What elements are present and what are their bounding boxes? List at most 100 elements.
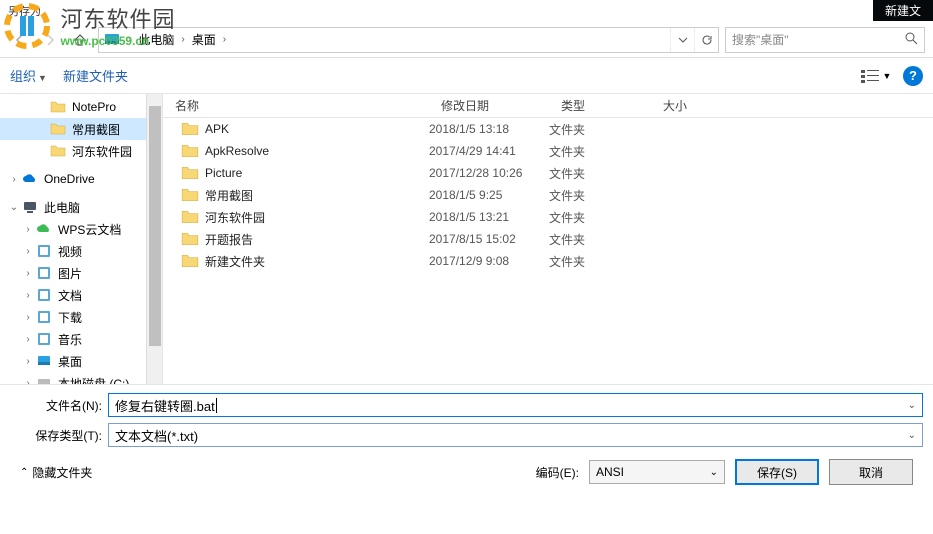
sidebar-item[interactable]: › 桌面 — [0, 350, 162, 372]
file-date: 2017/12/9 9:08 — [429, 254, 549, 268]
chevron-down-icon[interactable]: ⌄ — [908, 400, 916, 411]
file-name: 河东软件园 — [205, 209, 429, 226]
file-type: 文件夹 — [549, 165, 651, 182]
filename-label: 文件名(N): — [10, 397, 108, 414]
sidebar-item[interactable]: 常用截图 — [0, 118, 162, 140]
sidebar-item[interactable]: › OneDrive — [0, 168, 162, 190]
breadcrumb-current[interactable]: 桌面 — [188, 31, 220, 48]
nav-back-button[interactable] — [8, 28, 32, 52]
sidebar-scrollbar[interactable] — [146, 94, 162, 384]
file-type: 文件夹 — [549, 253, 651, 270]
breadcrumb-dropdown-button[interactable] — [670, 28, 694, 52]
sidebar-item-label: 文档 — [58, 287, 82, 304]
sidebar-item[interactable]: NotePro — [0, 96, 162, 118]
folder-icon — [181, 164, 199, 182]
file-name: ApkResolve — [205, 144, 429, 158]
file-name: 常用截图 — [205, 187, 429, 204]
file-row[interactable]: 开题报告 2017/8/15 15:02 文件夹 — [163, 228, 933, 250]
col-size[interactable]: 大小 — [651, 97, 731, 114]
column-headers[interactable]: 名称 修改日期 类型 大小 — [163, 94, 933, 118]
hide-folders-toggle[interactable]: ⌃ 隐藏文件夹 — [20, 464, 92, 481]
chevron-right-icon[interactable]: › — [178, 34, 187, 45]
chevron-down-icon: ⌄ — [710, 467, 718, 478]
newfolder-button[interactable]: 新建文件夹 — [63, 66, 128, 85]
pc-icon — [22, 199, 38, 215]
file-name: 新建文件夹 — [205, 253, 429, 270]
chevron-down-icon[interactable]: ⌄ — [908, 430, 916, 441]
sidebar-item[interactable]: › 文档 — [0, 284, 162, 306]
organize-menu[interactable]: 组织▼ — [10, 66, 47, 85]
sidebar-item-label: WPS云文档 — [58, 221, 121, 238]
view-mode-button[interactable]: ▼ — [859, 65, 893, 87]
nav-up-button[interactable] — [68, 28, 92, 52]
col-type[interactable]: 类型 — [549, 97, 651, 114]
col-name[interactable]: 名称 — [163, 97, 429, 114]
save-form: 文件名(N): 修复右键转圈.bat ⌄ 保存类型(T): 文本文档(*.txt… — [0, 384, 933, 495]
sidebar-item[interactable]: 河东软件园 — [0, 140, 162, 162]
col-date[interactable]: 修改日期 — [429, 97, 549, 114]
file-row[interactable]: ApkResolve 2017/4/29 14:41 文件夹 — [163, 140, 933, 162]
address-bar: › 此电脑 › 桌面 › 搜索"桌面" — [0, 22, 933, 58]
file-name: 开题报告 — [205, 231, 429, 248]
file-type: 文件夹 — [549, 187, 651, 204]
save-button[interactable]: 保存(S) — [735, 459, 819, 485]
file-type: 文件夹 — [549, 121, 651, 138]
file-date: 2017/8/15 15:02 — [429, 232, 549, 246]
titlebar-right-tab[interactable]: 新建文 — [873, 0, 933, 21]
file-type: 文件夹 — [549, 143, 651, 160]
folder-icon — [181, 208, 199, 226]
lib-icon — [36, 331, 52, 347]
chevron-right-icon[interactable]: › — [220, 34, 229, 45]
nav-forward-button[interactable] — [38, 28, 62, 52]
breadcrumb[interactable]: › 此电脑 › 桌面 › — [98, 27, 719, 53]
disk-icon — [36, 375, 52, 384]
folder-icon — [50, 121, 66, 137]
file-date: 2018/1/5 13:21 — [429, 210, 549, 224]
chevron-right-icon[interactable]: › — [125, 34, 134, 45]
sidebar: NotePro 常用截图 河东软件园 › OneDrive ⌄ 此电脑 › WP… — [0, 94, 163, 384]
sidebar-item[interactable]: › 图片 — [0, 262, 162, 284]
file-row[interactable]: 河东软件园 2018/1/5 13:21 文件夹 — [163, 206, 933, 228]
cloud-icon — [22, 171, 38, 187]
search-input[interactable]: 搜索"桌面" — [725, 27, 925, 53]
sidebar-item-label: 桌面 — [58, 353, 82, 370]
sidebar-item[interactable]: ⌄ 此电脑 — [0, 196, 162, 218]
sidebar-item-label: OneDrive — [44, 172, 95, 186]
desktop-icon — [36, 353, 52, 369]
lib-icon — [36, 265, 52, 281]
encoding-select[interactable]: ANSI ⌄ — [589, 460, 725, 484]
file-date: 2017/4/29 14:41 — [429, 144, 549, 158]
sidebar-item[interactable]: › 音乐 — [0, 328, 162, 350]
search-icon — [905, 32, 918, 48]
file-list: 名称 修改日期 类型 大小 APK 2018/1/5 13:18 文件夹 Apk… — [163, 94, 933, 384]
sidebar-item[interactable]: › 视频 — [0, 240, 162, 262]
file-row[interactable]: 常用截图 2018/1/5 9:25 文件夹 — [163, 184, 933, 206]
sidebar-item[interactable]: › 下载 — [0, 306, 162, 328]
sidebar-item[interactable]: › WPS云文档 — [0, 218, 162, 240]
cancel-button[interactable]: 取消 — [829, 459, 913, 485]
help-button[interactable]: ? — [903, 66, 923, 86]
folder-icon — [50, 143, 66, 159]
sidebar-item-label: 下载 — [58, 309, 82, 326]
file-row[interactable]: 新建文件夹 2017/12/9 9:08 文件夹 — [163, 250, 933, 272]
refresh-button[interactable] — [694, 28, 718, 52]
file-row[interactable]: Picture 2017/12/28 10:26 文件夹 — [163, 162, 933, 184]
sidebar-item[interactable]: › 本地磁盘 (C:) — [0, 372, 162, 384]
sidebar-item-label: 常用截图 — [72, 121, 120, 138]
sidebar-item-label: 图片 — [58, 265, 82, 282]
sidebar-item-label: 此电脑 — [44, 199, 80, 216]
folder-icon — [50, 99, 66, 115]
sidebar-item-label: 音乐 — [58, 331, 82, 348]
file-row[interactable]: APK 2018/1/5 13:18 文件夹 — [163, 118, 933, 140]
sidebar-item-label: 河东软件园 — [72, 143, 132, 160]
filename-input[interactable]: 修复右键转圈.bat ⌄ — [108, 393, 923, 417]
lib-icon — [36, 243, 52, 259]
encoding-label: 编码(E): — [536, 464, 579, 481]
file-date: 2018/1/5 9:25 — [429, 188, 549, 202]
breadcrumb-root[interactable]: 此电脑 — [134, 31, 178, 48]
toolbar: 组织▼ 新建文件夹 ▼ ? — [0, 58, 933, 94]
savetype-select[interactable]: 文本文档(*.txt) ⌄ — [108, 423, 923, 447]
lib-icon — [36, 309, 52, 325]
file-name: Picture — [205, 166, 429, 180]
savetype-label: 保存类型(T): — [10, 427, 108, 444]
